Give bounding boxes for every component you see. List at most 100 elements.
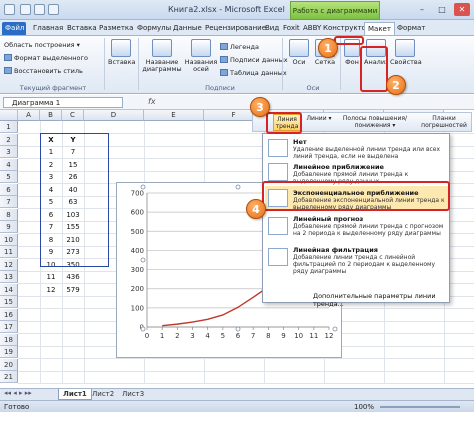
selection-handle bbox=[140, 184, 146, 190]
x-tick-label: 8 bbox=[266, 332, 270, 340]
y-tick-label: 500 bbox=[131, 228, 144, 236]
highlight-layout-tab bbox=[334, 36, 364, 45]
properties-button[interactable]: Свойства bbox=[390, 39, 422, 66]
column-header-c[interactable]: C bbox=[62, 110, 84, 121]
sheet-tab-1[interactable]: Лист1 bbox=[58, 389, 92, 400]
name-box[interactable]: Диаграмма 1 bbox=[3, 97, 123, 108]
row-header-2[interactable]: 2 bbox=[0, 133, 18, 146]
trendline-linear-forecast-item[interactable]: Линейный прогноз Добавление прямой линии… bbox=[265, 213, 449, 241]
data-range-selection bbox=[40, 133, 109, 267]
ribbon-separator bbox=[340, 38, 341, 90]
insert-icon bbox=[111, 39, 131, 57]
step-marker-2: 2 bbox=[386, 75, 406, 95]
row-header-14[interactable]: 14 bbox=[0, 283, 18, 296]
row-header-13[interactable]: 13 bbox=[0, 271, 18, 283]
row-header-9[interactable]: 9 bbox=[0, 221, 18, 233]
save-icon[interactable] bbox=[20, 4, 31, 15]
bottom-margin bbox=[0, 412, 474, 433]
tab-formulas[interactable]: Формулы bbox=[134, 22, 174, 35]
x-tick-label: 4 bbox=[205, 332, 210, 340]
tab-insert[interactable]: Вставка bbox=[64, 22, 100, 35]
row-header-8[interactable]: 8 bbox=[0, 208, 18, 221]
column-header-e[interactable]: E bbox=[144, 110, 204, 121]
cell[interactable]: 12 bbox=[40, 284, 62, 296]
row-header-7[interactable]: 7 bbox=[0, 196, 18, 208]
row-header-5[interactable]: 5 bbox=[0, 171, 18, 183]
tab-review[interactable]: Рецензирование bbox=[202, 22, 269, 35]
row-header-18[interactable]: 18 bbox=[0, 333, 18, 346]
reset-style-button[interactable]: Восстановить стиль bbox=[4, 66, 83, 76]
sheet-tab-2[interactable]: Лист2 bbox=[88, 389, 118, 400]
selection-handle bbox=[332, 326, 338, 332]
y-tick-label: 600 bbox=[131, 209, 144, 217]
lines-button[interactable]: Линии ▾ bbox=[305, 115, 333, 122]
trendline-moving-average-item[interactable]: Линейная фильтрация Добавление линии тре… bbox=[265, 244, 449, 275]
axes-button[interactable]: Оси bbox=[287, 39, 311, 66]
tab-file[interactable]: Файл bbox=[2, 22, 26, 35]
row-header-15[interactable]: 15 bbox=[0, 296, 18, 308]
redo-icon[interactable] bbox=[48, 4, 59, 15]
row-header-1[interactable]: 1 bbox=[0, 121, 18, 133]
ribbon-tab-row: Файл Главная Вставка Разметка Формулы Да… bbox=[0, 20, 474, 36]
close-button[interactable]: ✕ bbox=[454, 3, 470, 16]
cell[interactable]: 579 bbox=[62, 284, 84, 296]
data-labels-button[interactable]: Подписи данных bbox=[220, 55, 288, 65]
cell[interactable]: 11 bbox=[40, 271, 62, 283]
trendline-none-item[interactable]: Нет Удаление выделенной линии тренда или… bbox=[265, 137, 449, 161]
y-tick-label: 200 bbox=[131, 285, 144, 293]
x-tick-label: 7 bbox=[251, 332, 255, 340]
chart-title-icon bbox=[152, 39, 172, 57]
row-header-11[interactable]: 11 bbox=[0, 246, 18, 258]
row-header-10[interactable]: 10 bbox=[0, 233, 18, 246]
legend-icon bbox=[220, 43, 228, 50]
select-all-corner[interactable] bbox=[0, 110, 18, 121]
column-header-a[interactable]: A bbox=[18, 110, 40, 121]
column-header-d[interactable]: D bbox=[84, 110, 144, 121]
row-header-16[interactable]: 16 bbox=[0, 308, 18, 321]
x-tick-label: 9 bbox=[281, 332, 285, 340]
legend-button[interactable]: Легенда bbox=[220, 42, 259, 52]
row-header-3[interactable]: 3 bbox=[0, 146, 18, 158]
selection-handle bbox=[235, 184, 241, 190]
error-bars-button[interactable]: Планки погрешностей bbox=[417, 115, 471, 129]
sheet-tab-3[interactable]: Лист3 bbox=[118, 389, 148, 400]
row-header-4[interactable]: 4 bbox=[0, 158, 18, 171]
excel-icon[interactable] bbox=[4, 4, 15, 15]
insert-function-button[interactable]: fx bbox=[148, 97, 156, 106]
selection-handle bbox=[140, 326, 146, 332]
y-tick-label: 300 bbox=[131, 266, 144, 274]
column-header-b[interactable]: B bbox=[40, 110, 62, 121]
data-table-button[interactable]: Таблица данных bbox=[220, 68, 287, 78]
more-trendline-options-item[interactable]: Дополнительные параметры линии тренда... bbox=[313, 292, 449, 308]
cell[interactable]: 436 bbox=[62, 271, 84, 283]
axis-titles-icon bbox=[191, 39, 211, 57]
insert-button[interactable]: Вставка bbox=[108, 39, 136, 66]
x-tick-label: 0 bbox=[145, 332, 149, 340]
y-tick-label: 100 bbox=[131, 304, 144, 312]
row-header-12[interactable]: 12 bbox=[0, 258, 18, 271]
updown-bars-button[interactable]: Полосы повышения/понижения ▾ bbox=[339, 115, 411, 129]
tab-home[interactable]: Главная bbox=[30, 22, 66, 35]
row-header-17[interactable]: 17 bbox=[0, 321, 18, 333]
minimize-button[interactable]: – bbox=[414, 3, 430, 16]
step-marker-4: 4 bbox=[246, 199, 266, 219]
tab-page-layout[interactable]: Разметка bbox=[96, 22, 136, 35]
ribbon-separator bbox=[104, 38, 105, 90]
row-header-21[interactable]: 21 bbox=[0, 371, 18, 383]
axis-titles-button[interactable]: Названия осей bbox=[184, 39, 218, 73]
tab-format[interactable]: Формат bbox=[394, 22, 428, 35]
undo-icon[interactable] bbox=[34, 4, 45, 15]
grid-hline bbox=[18, 383, 474, 384]
chart-title-button[interactable]: Название диаграммы bbox=[142, 39, 182, 73]
chart-elements-select[interactable]: Область построения ▾ bbox=[4, 40, 80, 50]
format-selection-button[interactable]: Формат выделенного bbox=[4, 53, 88, 63]
tab-data[interactable]: Данные bbox=[170, 22, 205, 35]
zoom-slider[interactable] bbox=[380, 406, 460, 408]
maximize-button[interactable]: □ bbox=[434, 3, 450, 16]
tab-layout[interactable]: Макет bbox=[364, 22, 395, 35]
row-header-19[interactable]: 19 bbox=[0, 346, 18, 358]
highlight-analysis-button bbox=[360, 46, 388, 92]
row-header-20[interactable]: 20 bbox=[0, 358, 18, 371]
sheet-nav-arrows[interactable]: ◂◂ ◂ ▸ ▸▸ bbox=[4, 389, 32, 397]
row-header-6[interactable]: 6 bbox=[0, 183, 18, 196]
